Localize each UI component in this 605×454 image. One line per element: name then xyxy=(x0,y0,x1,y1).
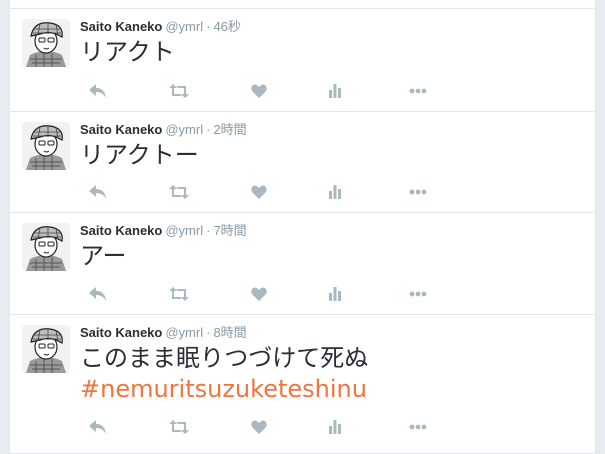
like-button[interactable] xyxy=(248,284,270,304)
author-name[interactable]: Saito Kaneko xyxy=(80,19,162,34)
timestamp[interactable]: 7時間 xyxy=(213,223,246,238)
analytics-button[interactable] xyxy=(324,182,346,202)
tweet[interactable]: Saito Kaneko @ymrl · 7時間 アー xyxy=(10,212,595,314)
tweet-header: Saito Kaneko @ymrl · 7時間 xyxy=(80,222,247,240)
retweet-button[interactable] xyxy=(168,81,190,101)
more-icon xyxy=(409,88,427,94)
tweet-actions xyxy=(80,284,430,304)
reply-button[interactable] xyxy=(87,182,109,202)
tweet-text: リアクト xyxy=(80,37,175,68)
author-handle[interactable]: @ymrl xyxy=(165,325,203,340)
tweet-body: リアクト xyxy=(80,38,175,66)
avatar[interactable] xyxy=(22,223,70,271)
reply-button[interactable] xyxy=(87,417,109,437)
reply-icon xyxy=(89,287,106,301)
separator: · xyxy=(206,223,211,238)
author-name[interactable]: Saito Kaneko xyxy=(80,325,162,340)
retweet-icon xyxy=(169,84,189,98)
tweet-body: アー xyxy=(80,242,127,270)
more-button[interactable] xyxy=(407,284,429,304)
analytics-icon xyxy=(329,420,341,434)
analytics-button[interactable] xyxy=(324,417,346,437)
tweet-text: このまま眠りつづけて死ぬ #nemuritsuzuketeshinu xyxy=(80,343,368,405)
like-button[interactable] xyxy=(248,182,270,202)
more-icon xyxy=(409,189,427,195)
analytics-icon xyxy=(329,185,341,199)
tweet[interactable]: Saito Kaneko @ymrl · 2時間 リアクトー xyxy=(10,111,595,212)
retweet-icon xyxy=(169,420,189,434)
hashtag-link[interactable]: #nemuritsuzuketeshinu xyxy=(80,374,368,405)
heart-icon xyxy=(251,185,267,199)
more-button[interactable] xyxy=(407,417,429,437)
tweet-actions xyxy=(80,182,430,202)
analytics-icon xyxy=(329,287,341,301)
author-handle[interactable]: @ymrl xyxy=(165,223,203,238)
timestamp[interactable]: 2時間 xyxy=(213,122,246,137)
tweet-actions xyxy=(80,417,430,437)
reply-button[interactable] xyxy=(87,81,109,101)
avatar[interactable] xyxy=(22,122,70,170)
more-icon xyxy=(409,424,427,430)
reply-icon xyxy=(89,84,106,98)
avatar[interactable] xyxy=(22,19,70,67)
timestamp[interactable]: 8時間 xyxy=(213,325,246,340)
retweet-icon xyxy=(169,185,189,199)
like-button[interactable] xyxy=(248,417,270,437)
timestamp[interactable]: 46秒 xyxy=(213,19,240,34)
like-button[interactable] xyxy=(248,81,270,101)
tweet-actions xyxy=(80,81,430,101)
retweet-button[interactable] xyxy=(168,284,190,304)
tweet-text: リアクトー xyxy=(80,140,199,171)
more-icon xyxy=(409,291,427,297)
analytics-button[interactable] xyxy=(324,81,346,101)
timeline: Saito Kaneko @ymrl · 46秒 リアクト Saito Kane… xyxy=(9,0,596,454)
reply-button[interactable] xyxy=(87,284,109,304)
reply-icon xyxy=(89,185,106,199)
analytics-icon xyxy=(329,84,341,98)
tweet-body: このまま眠りつづけて死ぬ xyxy=(80,344,369,372)
heart-icon xyxy=(251,420,267,434)
tweet-header: Saito Kaneko @ymrl · 46秒 xyxy=(80,18,241,36)
retweet-button[interactable] xyxy=(168,182,190,202)
heart-icon xyxy=(251,287,267,301)
author-handle[interactable]: @ymrl xyxy=(165,122,203,137)
tweet-header: Saito Kaneko @ymrl · 8時間 xyxy=(80,324,247,342)
analytics-button[interactable] xyxy=(324,284,346,304)
tweet-text: アー xyxy=(80,241,127,272)
retweet-icon xyxy=(169,287,189,301)
more-button[interactable] xyxy=(407,81,429,101)
heart-icon xyxy=(251,84,267,98)
author-name[interactable]: Saito Kaneko xyxy=(80,122,162,137)
tweet[interactable]: Saito Kaneko @ymrl · 46秒 リアクト xyxy=(10,8,595,111)
author-handle[interactable]: @ymrl xyxy=(165,19,203,34)
separator: · xyxy=(206,19,211,34)
author-name[interactable]: Saito Kaneko xyxy=(80,223,162,238)
separator: · xyxy=(206,325,211,340)
reply-icon xyxy=(89,420,106,434)
tweet[interactable]: Saito Kaneko @ymrl · 8時間 このまま眠りつづけて死ぬ #nemu… xyxy=(10,314,595,454)
avatar[interactable] xyxy=(22,325,70,373)
separator: · xyxy=(206,122,211,137)
tweet-header: Saito Kaneko @ymrl · 2時間 xyxy=(80,121,247,139)
tweet-body: リアクトー xyxy=(80,141,199,169)
more-button[interactable] xyxy=(407,182,429,202)
retweet-button[interactable] xyxy=(168,417,190,437)
